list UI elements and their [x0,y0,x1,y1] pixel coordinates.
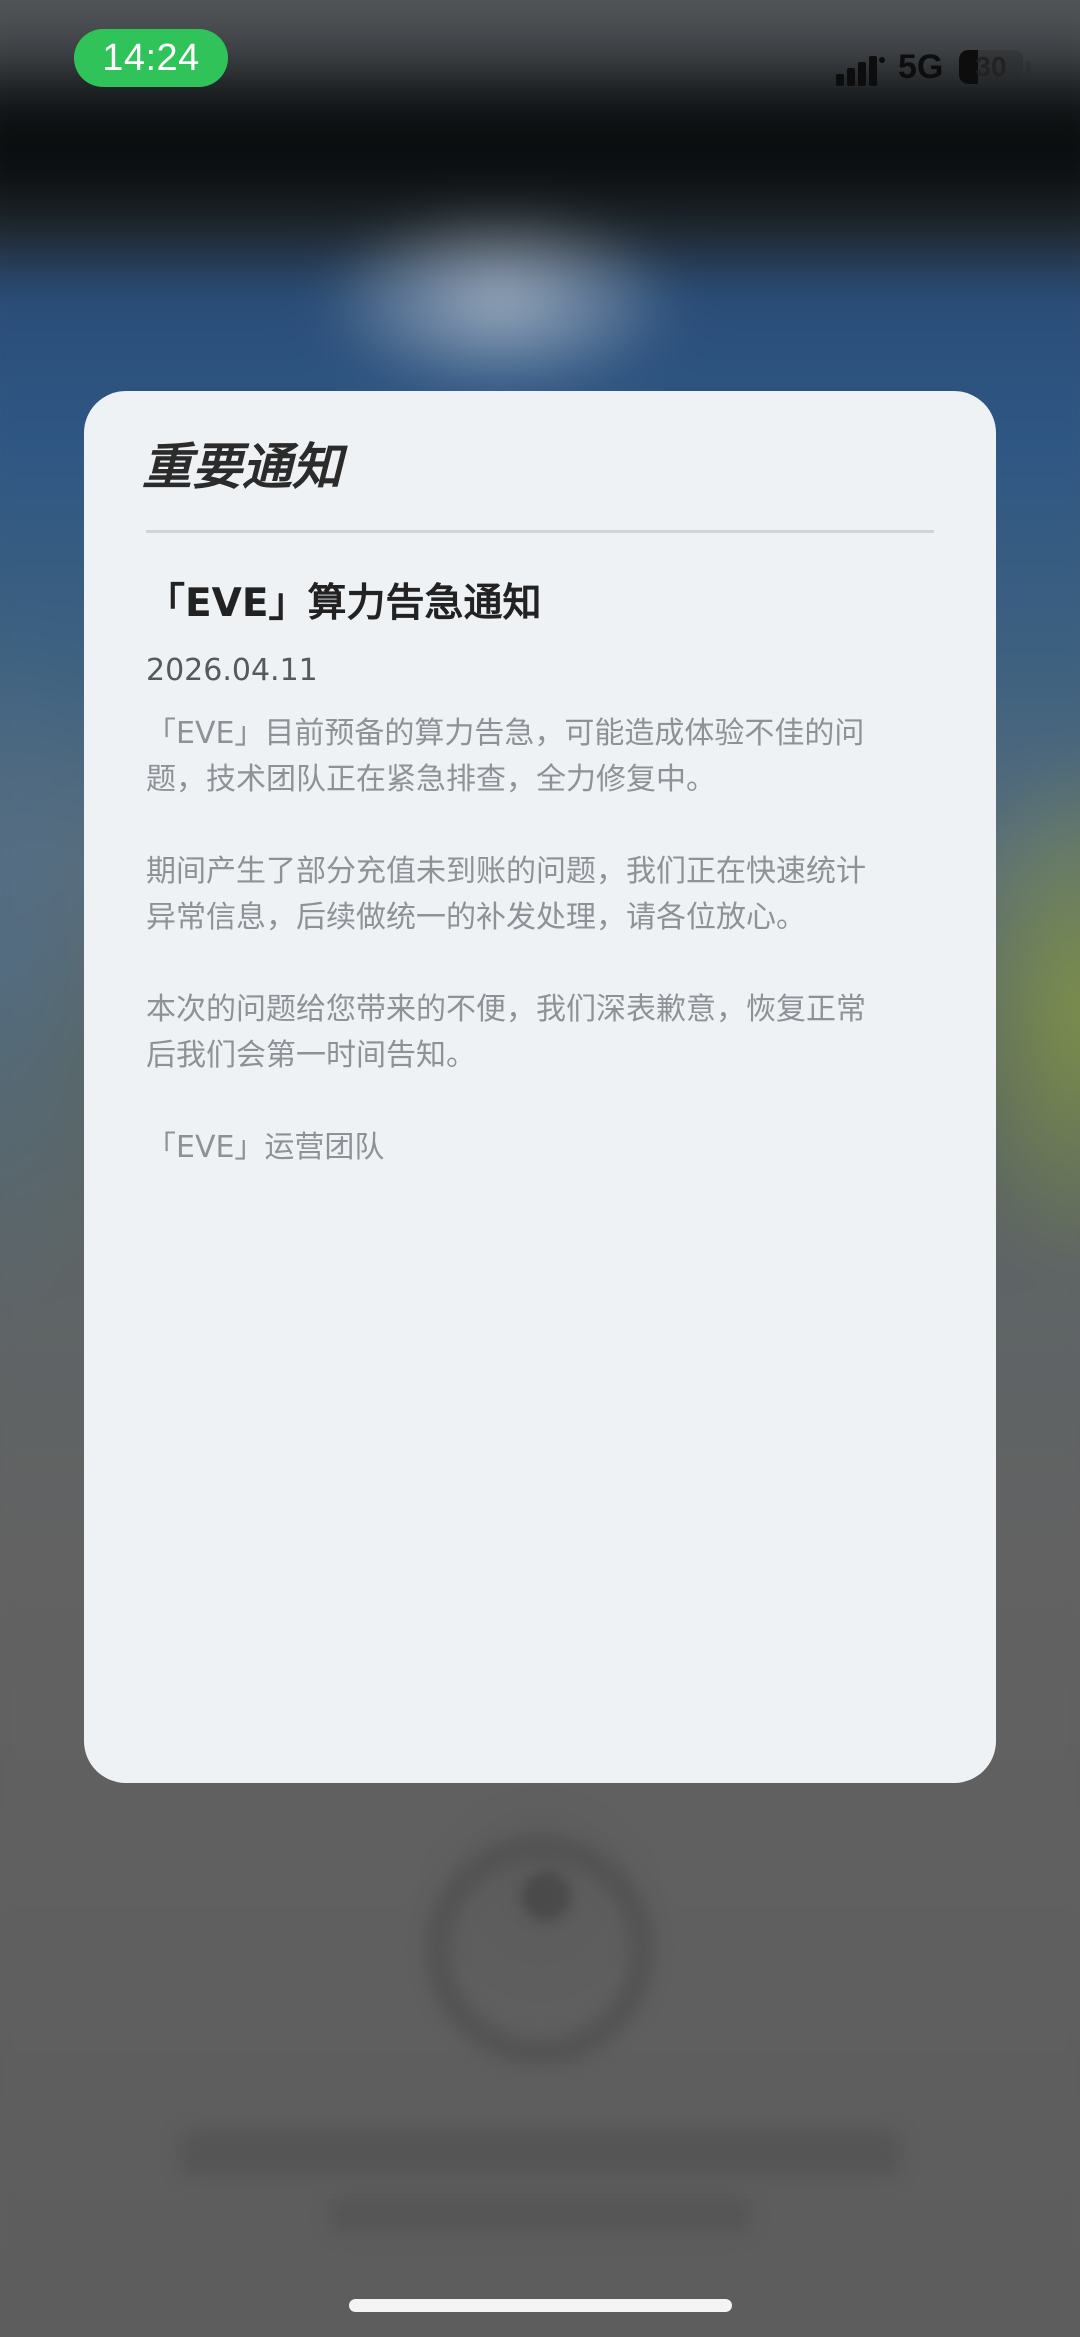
background-text-blur-1 [180,2130,900,2176]
notice-date: 2026.04.11 [146,653,318,688]
network-type: 5G [898,48,944,86]
background-ring-center [521,1871,571,1921]
battery-icon: 30 [959,50,1023,84]
background-text-blur-2 [330,2195,750,2233]
dialog-title: 重要通知 [142,438,342,496]
notice-paragraph: 期间产生了部分充值未到账的问题，我们正在快速统计 异常信息，后续做统一的补发处理… [146,854,866,935]
notice-signature: 「EVE」运营团队 [146,1130,385,1165]
home-indicator[interactable] [349,2299,732,2312]
cellular-signal-icon [836,56,885,86]
notice-dialog: 重要通知 「EVE」算力告急通知 2026.04.11 「EVE」目前预备的算力… [84,391,996,1783]
battery-cap [1026,61,1031,73]
battery-level: 30 [975,51,1007,82]
title-divider [146,530,934,533]
status-time: 14:24 [102,36,200,79]
background-ring-shape [425,1835,655,2065]
status-bar: 14:24 5G 30 [0,0,1080,120]
notice-paragraph: 「EVE」目前预备的算力告急，可能造成体验不佳的问 题，技术团队正在紧急排查，全… [146,716,865,797]
notice-title: 「EVE」算力告急通知 [146,581,542,626]
notice-paragraph: 本次的问题给您带来的不便，我们深表歉意，恢复正常 后我们会第一时间告知。 [146,992,866,1073]
notice-body[interactable]: 「EVE」目前预备的算力告急，可能造成体验不佳的问 题，技术团队正在紧急排查，全… [146,711,934,1171]
time-pill[interactable]: 14:24 [74,29,228,87]
